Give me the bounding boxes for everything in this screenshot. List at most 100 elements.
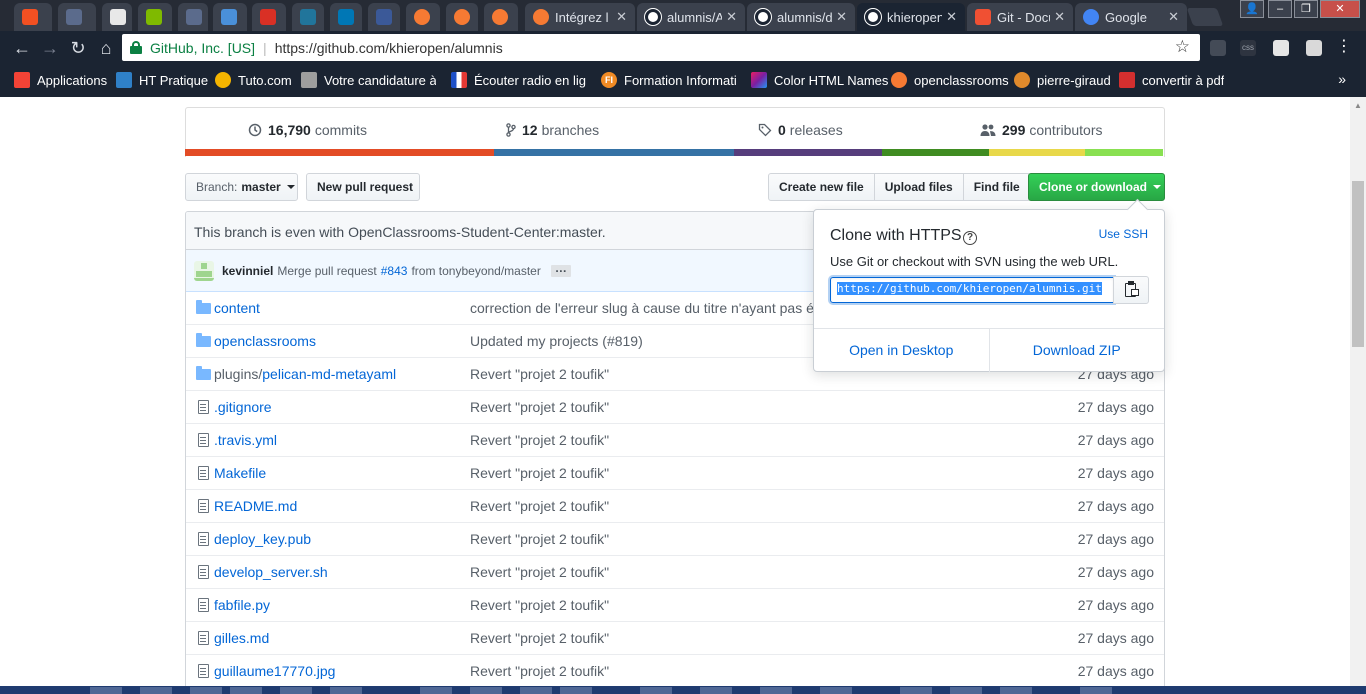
home-icon[interactable]: ⌂ (96, 38, 116, 58)
browser-tab[interactable]: Google ✕ (1075, 3, 1187, 31)
commit-message-link[interactable]: Revert "projet 2 toufik" (470, 399, 609, 415)
repository-language-bar[interactable] (185, 149, 1165, 156)
bookmark-star-icon[interactable]: ☆ (1175, 37, 1190, 57)
open-in-desktop-button[interactable]: Open in Desktop (814, 329, 990, 372)
commit-message[interactable]: Merge pull request (277, 264, 376, 278)
browser-tab[interactable] (14, 3, 52, 31)
clone-or-download-button[interactable]: Clone or download (1028, 173, 1165, 201)
address-bar[interactable]: GitHub, Inc. [US] | https://github.com/k… (122, 34, 1200, 61)
reload-icon[interactable]: ↻ (68, 38, 88, 58)
pdf-extension-icon[interactable] (1210, 40, 1226, 56)
forward-icon[interactable]: → (40, 38, 60, 58)
bookmark-convertir-pdf[interactable]: convertir à pdf (1119, 71, 1224, 89)
browser-tab[interactable]: Git - Docu ✕ (967, 3, 1073, 31)
commit-message-link[interactable]: Revert "projet 2 toufik" (470, 597, 609, 613)
taskbar-item[interactable] (950, 687, 982, 694)
taskbar-item[interactable] (230, 687, 262, 694)
page-scrollbar[interactable]: ▲ (1350, 97, 1366, 686)
browser-tab[interactable]: alumnis/A ✕ (637, 3, 745, 31)
expand-commit-button[interactable]: … (550, 262, 571, 277)
browser-tab[interactable] (368, 3, 400, 31)
browser-tab[interactable] (178, 3, 208, 31)
taskbar-item[interactable] (900, 687, 932, 694)
close-tab-icon[interactable]: ✕ (946, 9, 957, 25)
create-new-file-button[interactable]: Create new file (768, 173, 875, 201)
taskbar-item[interactable] (640, 687, 672, 694)
minimize-button[interactable]: – (1268, 0, 1292, 18)
back-icon[interactable]: ← (12, 38, 32, 58)
close-tab-icon[interactable]: ✕ (726, 9, 737, 25)
bookmark-pierre-giraud[interactable]: pierre-giraud (1014, 71, 1111, 89)
maximize-button[interactable]: ❐ (1294, 0, 1318, 18)
close-tab-icon[interactable]: ✕ (836, 9, 847, 25)
close-tab-icon[interactable]: ✕ (616, 9, 627, 25)
close-tab-icon[interactable]: ✕ (1168, 9, 1179, 25)
language-segment[interactable] (881, 149, 989, 156)
taskbar-item[interactable] (1000, 687, 1032, 694)
taskbar-item[interactable] (90, 687, 122, 694)
commit-message-link[interactable]: Revert "projet 2 toufik" (470, 564, 609, 580)
avatar[interactable] (194, 260, 214, 281)
browser-tab[interactable] (58, 3, 96, 31)
browser-tab[interactable] (292, 3, 324, 31)
file-name-link[interactable]: develop_server.sh (214, 564, 328, 580)
browser-tab[interactable]: Intégrez l ✕ (525, 3, 635, 31)
commit-message-link[interactable]: Revert "projet 2 toufik" (470, 663, 609, 679)
bookmark-candidature[interactable]: Votre candidature à l' (301, 71, 436, 89)
cube-extension-icon[interactable] (1273, 40, 1289, 56)
user-profile-button[interactable]: 👤 (1240, 0, 1264, 18)
scroll-up-icon[interactable]: ▲ (1354, 101, 1362, 110)
browser-tab[interactable] (330, 3, 362, 31)
browser-tab[interactable]: khieropen ✕ (857, 3, 965, 31)
file-name-link[interactable]: README.md (214, 498, 297, 514)
bookmark-applications[interactable]: Applications (14, 71, 107, 89)
browser-tab[interactable]: alumnis/d ✕ (747, 3, 855, 31)
taskbar-item[interactable] (190, 687, 222, 694)
browser-tab[interactable] (484, 3, 518, 31)
commit-message-suffix[interactable]: from tonybeyond/master (411, 264, 540, 278)
taskbar-item[interactable] (420, 687, 452, 694)
browser-tab[interactable] (406, 3, 440, 31)
use-ssh-link[interactable]: Use SSH (1099, 227, 1148, 241)
commit-message-link[interactable]: Revert "projet 2 toufik" (470, 432, 609, 448)
file-name-link[interactable]: gilles.md (214, 630, 269, 646)
contributors-link[interactable]: 299 contributors (980, 122, 1103, 138)
file-name-link[interactable]: .gitignore (214, 399, 272, 415)
commit-message-link[interactable]: Revert "projet 2 toufik" (470, 498, 609, 514)
commit-message-link[interactable]: correction de l'erreur slug à cause du t… (470, 300, 814, 316)
menu-icon[interactable]: ⋮ (1336, 39, 1352, 56)
language-segment[interactable] (988, 149, 1085, 156)
clone-url-input[interactable]: https://github.com/khieropen/alumnis.git (830, 277, 1114, 303)
language-segment[interactable] (733, 149, 882, 156)
commit-message-link[interactable]: Revert "projet 2 toufik" (470, 366, 609, 382)
taskbar-item[interactable] (140, 687, 172, 694)
file-name-link[interactable]: Makefile (214, 465, 266, 481)
taskbar-item[interactable] (560, 687, 592, 694)
taskbar-item[interactable] (330, 687, 362, 694)
language-segment[interactable] (1084, 149, 1163, 156)
language-segment[interactable] (493, 149, 734, 156)
file-name-link[interactable]: openclassrooms (214, 333, 316, 349)
find-file-button[interactable]: Find file (962, 173, 1031, 201)
browser-tab[interactable] (213, 3, 247, 31)
taskbar-item[interactable] (820, 687, 852, 694)
taskbar-item[interactable] (1080, 687, 1112, 694)
bookmark-openclassrooms[interactable]: openclassrooms (891, 71, 1009, 89)
close-window-button[interactable]: ✕ (1320, 0, 1360, 18)
upload-files-button[interactable]: Upload files (873, 173, 964, 201)
bookmark-color-html[interactable]: Color HTML Names (751, 71, 888, 89)
download-zip-button[interactable]: Download ZIP (990, 329, 1165, 372)
commit-author[interactable]: kevinniel (222, 264, 273, 278)
file-name-link[interactable]: content (214, 300, 260, 316)
file-name-link[interactable]: .travis.yml (214, 432, 277, 448)
file-name-link[interactable]: guillaume17770.jpg (214, 663, 335, 679)
file-name-link[interactable]: deploy_key.pub (214, 531, 311, 547)
taskbar-item[interactable] (470, 687, 502, 694)
branch-select-button[interactable]: Branch: master (185, 173, 298, 201)
taskbar-item[interactable] (520, 687, 552, 694)
taskbar-item[interactable] (760, 687, 792, 694)
browser-tab[interactable] (446, 3, 478, 31)
copy-to-clipboard-button[interactable] (1113, 276, 1149, 304)
pull-request-link[interactable]: #843 (381, 264, 408, 278)
help-icon[interactable]: ? (963, 231, 977, 245)
